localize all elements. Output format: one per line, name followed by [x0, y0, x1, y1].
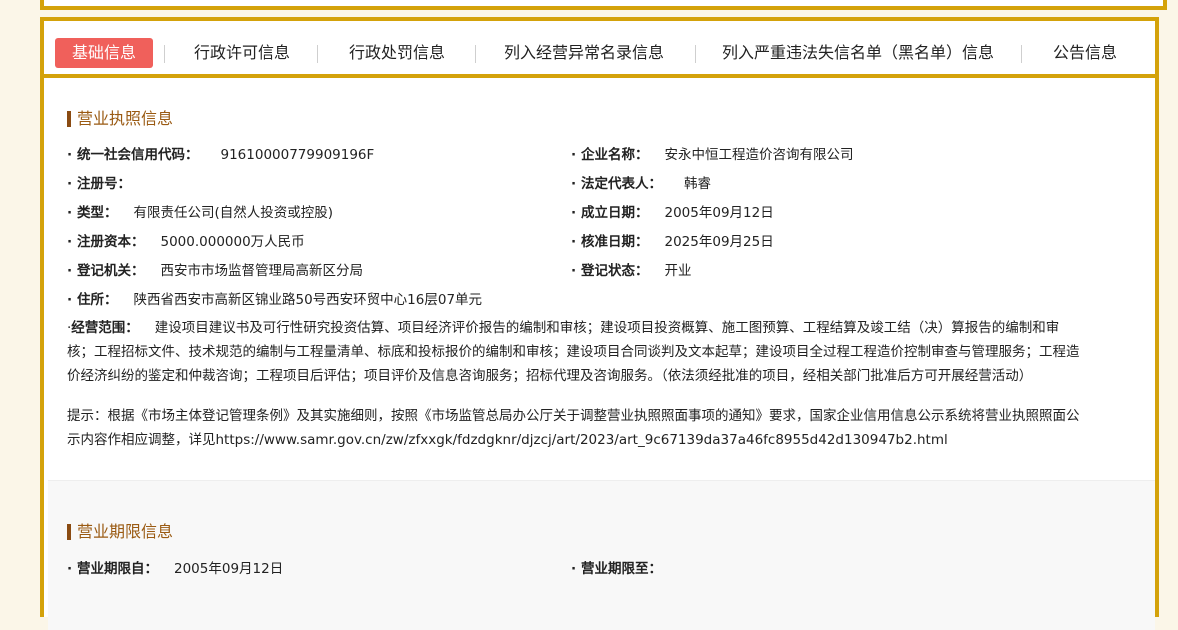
address-row: · 住所： 陕西省西安市高新区锦业路50号西安环贸中心16层07单元 — [67, 290, 482, 310]
bullet: · — [67, 205, 73, 221]
tab-divider — [475, 45, 476, 63]
bullet: · — [67, 147, 73, 163]
bullet: · — [67, 176, 73, 192]
bullet: · — [571, 561, 577, 577]
business-scope-line-2: 核；工程招标文件、技术规范的编制与工程量清单、标底和投标报价的编制和审核；建设项… — [67, 344, 1080, 360]
tab-admin-license[interactable]: 行政许可信息 — [194, 38, 290, 68]
term-from-value: 2005年09月12日 — [174, 561, 284, 577]
bullet: · — [67, 292, 73, 308]
notice-line-1: 提示：根据《市场主体登记管理条例》及其实施细则，按照《市场监管总局办公厅关于调整… — [67, 408, 1080, 424]
credit-code-value: 91610000779909196F — [220, 147, 375, 163]
field-label: 注册号： — [77, 176, 131, 192]
reg-no-row: · 注册号： — [67, 174, 131, 194]
field-label: 法定代表人： — [581, 176, 662, 192]
capital-value: 5000.000000万人民币 — [160, 234, 305, 250]
tab-divider — [317, 45, 318, 63]
capital-row: · 注册资本： 5000.000000万人民币 — [67, 232, 305, 252]
field-label: 经营范围： — [71, 320, 139, 336]
est-date-value: 2005年09月12日 — [664, 205, 774, 221]
credit-code-row: · 统一社会信用代码： 91610000779909196F — [67, 145, 374, 165]
tab-basic-info[interactable]: 基础信息 — [55, 38, 154, 68]
business-scope: ·经营范围： 建设项目建议书及可行性研究投资估算、项目经济评价报告的编制和审核；建… — [67, 316, 1127, 388]
field-label: 登记状态： — [581, 263, 649, 279]
tab-divider — [695, 45, 696, 63]
field-label: 登记机关： — [77, 263, 145, 279]
previous-panel-edge — [40, 0, 1167, 10]
bullet: · — [571, 234, 577, 250]
address-value: 陕西省西安市高新区锦业路50号西安环贸中心16层07单元 — [133, 292, 483, 308]
section-title: 营业期限信息 — [67, 522, 173, 542]
bullet: · — [571, 176, 577, 192]
status-row: · 登记状态： 开业 — [571, 261, 692, 281]
company-name-row: · 企业名称： 安永中恒工程造价咨询有限公司 — [571, 145, 854, 165]
tab-announcements[interactable]: 公告信息 — [1053, 38, 1117, 68]
business-term-section: 营业期限信息 · 营业期限自： 2005年09月12日 · 营业期限至： — [48, 480, 1155, 630]
bullet: · — [67, 263, 73, 279]
est-date-row: · 成立日期： 2005年09月12日 — [571, 203, 774, 223]
business-license-section: 营业执照信息 · 统一社会信用代码： 91610000779909196F · 企业名… — [48, 82, 1155, 480]
field-label: 核准日期： — [581, 234, 649, 250]
approve-date-row: · 核准日期： 2025年09月25日 — [571, 232, 774, 252]
display-notice: 提示：根据《市场主体登记管理条例》及其实施细则，按照《市场监管总局办公厅关于调整… — [67, 404, 1127, 452]
company-info-panel: 基础信息 行政许可信息 行政处罚信息 列入经营异常名录信息 列入严重违法失信名单… — [40, 17, 1159, 630]
business-scope-line-1: ·经营范围： 建设项目建议书及可行性研究投资估算、项目经济评价报告的编制和审核；建… — [67, 316, 1127, 340]
tab-blacklist[interactable]: 列入严重违法失信名单（黑名单）信息 — [722, 38, 994, 68]
approve-date-value: 2025年09月25日 — [664, 234, 774, 250]
type-row: · 类型： 有限责任公司(自然人投资或控股) — [67, 203, 333, 223]
tab-divider — [1021, 45, 1022, 63]
field-label: 类型： — [77, 205, 118, 221]
status-value: 开业 — [664, 263, 692, 279]
legal-rep-value: 韩睿 — [684, 176, 711, 192]
field-label: 注册资本： — [77, 234, 145, 250]
authority-value: 西安市市场监督管理局高新区分局 — [160, 263, 364, 279]
bullet: · — [571, 147, 577, 163]
bullet: · — [67, 234, 73, 250]
bullet: · — [571, 263, 577, 279]
field-label: 成立日期： — [581, 205, 649, 221]
company-name-value: 安永中恒工程造价咨询有限公司 — [664, 147, 854, 163]
field-label: 营业期限至： — [581, 561, 662, 577]
tab-abnormal-list[interactable]: 列入经营异常名录信息 — [504, 38, 664, 68]
business-scope-line-3: 价经济纠纷的鉴定和仲裁咨询；工程项目后评估；项目评价及信息咨询服务；招标代理及咨… — [67, 368, 1033, 384]
field-label: 营业期限自： — [77, 561, 158, 577]
section-title: 营业执照信息 — [67, 109, 173, 129]
field-label: 住所： — [77, 292, 118, 308]
notice-line-2: 示内容作相应调整，详见https://www.samr.gov.cn/zw/zf… — [67, 432, 948, 448]
term-to-row: · 营业期限至： — [571, 559, 662, 579]
bullet: · — [67, 561, 73, 577]
info-tab-bar: 基础信息 行政许可信息 行政处罚信息 列入经营异常名录信息 列入严重违法失信名单… — [44, 21, 1155, 78]
field-label: 企业名称： — [581, 147, 649, 163]
term-from-row: · 营业期限自： 2005年09月12日 — [67, 559, 283, 579]
type-value: 有限责任公司(自然人投资或控股) — [133, 205, 334, 221]
tab-divider — [164, 45, 165, 63]
tab-admin-penalty[interactable]: 行政处罚信息 — [349, 38, 445, 68]
legal-rep-row: · 法定代表人： 韩睿 — [571, 174, 711, 194]
authority-row: · 登记机关： 西安市市场监督管理局高新区分局 — [67, 261, 363, 281]
bullet: · — [571, 205, 577, 221]
field-label: 统一社会信用代码： — [77, 147, 199, 163]
business-scope-value: 建设项目建议书及可行性研究投资估算、项目经济评价报告的编制和审核；建设项目投资概… — [154, 320, 1060, 336]
